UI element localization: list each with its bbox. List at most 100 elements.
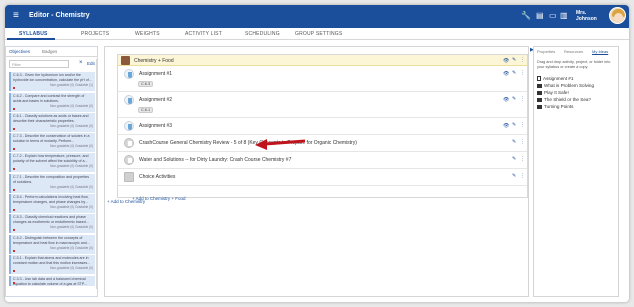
clipboard-icon[interactable]: ▭ [549,11,557,21]
idea-item[interactable]: Turning Points [537,104,573,109]
syllabus-item[interactable]: Choice Activities ✎ ⋮ [118,169,527,186]
scrollbar[interactable] [96,59,98,289]
pencil-icon[interactable]: ✎ [512,122,516,128]
folder-icon [537,90,542,95]
pencil-icon[interactable]: ✎ [512,139,516,145]
status-dot [13,229,15,231]
objective-item[interactable]: C.6.3 - Given the hydronium ion and/or t… [9,72,95,91]
eye-icon[interactable]: 👁 [503,97,509,103]
pencil-icon[interactable]: ✎ [512,70,516,76]
eye-icon[interactable]: 👁 [503,71,509,77]
tab-properties[interactable]: Properties [537,49,555,54]
tab-badges[interactable]: Badges [42,49,57,54]
avatar[interactable] [609,7,626,24]
objective-item[interactable]: C.5.2 - Distinguish between the concepts… [9,235,95,254]
item-title[interactable]: Assignment #1 [139,71,172,77]
document-icon [124,155,134,165]
status-dot [13,87,15,89]
item-title[interactable]: Assignment #3 [139,123,172,129]
objective-item[interactable]: C.6.2 - Compare and contrast the strengt… [9,93,95,112]
tab-activity-list[interactable]: ACTIVITY LIST [185,31,222,37]
objective-text: C.7.1 - Describe the composition and pro… [13,175,90,184]
resources-panel: Properties Resources My Ideas Drag and d… [533,46,619,297]
more-icon[interactable]: ⋮ [520,122,525,128]
more-icon[interactable]: ⋮ [520,57,525,63]
pencil-icon[interactable]: ✎ [512,173,516,179]
objective-item[interactable]: C.7.2 - Explain how temperature, pressur… [9,153,95,172]
objective-item[interactable]: C.5.3 - Classify chemical reactions and … [9,214,95,233]
objective-item[interactable]: C.7.3 - Describe the conservation of sol… [9,133,95,152]
objective-text: C.5.4 - Perform calculations involving h… [13,195,89,204]
item-title[interactable]: CrashCourse General Chemistry Review - 5… [139,140,357,146]
pencil-icon[interactable]: ✎ [512,57,516,63]
document-icon [124,138,134,148]
eye-icon[interactable]: 👁 [503,123,509,129]
pencil-icon[interactable]: ✎ [512,96,516,102]
objective-text: C.6.2 - Compare and contrast the strengt… [13,94,85,103]
pencil-icon[interactable]: ✎ [512,156,516,162]
folder-icon [537,97,542,102]
item-title[interactable]: Choice Activities [139,174,175,180]
tab-weights[interactable]: WEIGHTS [135,31,160,37]
filter-input[interactable]: Filter [9,60,69,68]
objective-counts: Non-gradable (0) Gradable (1) [50,83,93,88]
edit-objectives-link[interactable]: Edit [87,61,95,66]
more-icon[interactable]: ⋮ [520,96,525,102]
more-icon[interactable]: ⋮ [520,70,525,76]
flask-icon [124,121,134,131]
idea-item[interactable]: The Shield or the Sea? [537,97,591,102]
unit-header[interactable]: Chemistry + Food 👁 ✎ ⋮ [118,55,527,66]
clear-filter-icon[interactable]: × [79,60,83,66]
user-name[interactable]: Mrs. Johnson [576,10,597,22]
more-icon[interactable]: ⋮ [520,173,525,179]
objective-tag[interactable]: C.6.1 [138,107,154,113]
left-panel-tabs: Objectives Badges [6,47,97,57]
syllabus-item[interactable]: CrashCourse General Chemistry Review - 5… [118,135,527,152]
tab-objectives[interactable]: Objectives [9,49,30,54]
add-to-chemistry-link[interactable]: + Add to Chemistry [107,199,145,204]
idea-item[interactable]: What is Problem Solving [537,83,594,88]
eye-icon[interactable]: 👁 [503,58,509,64]
tab-group-settings[interactable]: GROUP SETTINGS [295,31,342,37]
trash-icon[interactable]: ▥ [560,11,568,21]
tab-resources[interactable]: Resources [564,49,583,54]
wrench-icon[interactable]: 🔧 [521,11,531,21]
idea-item[interactable]: Assignment #1 [537,76,573,82]
item-title[interactable]: Water and Solutions -- for Dirty Laundry… [139,157,291,163]
syllabus-item[interactable]: Assignment #2 C.6.1 👁 ✎ ⋮ [118,92,527,118]
tab-projects[interactable]: PROJECTS [81,31,109,37]
objective-item[interactable]: C.7.1 - Describe the composition and pro… [9,174,95,193]
syllabus-item[interactable]: Assignment #1 C.6.3 👁 ✎ ⋮ [118,66,527,92]
red-arrow-annotation [255,139,306,150]
idea-label: What is Problem Solving [544,83,595,88]
objectives-panel: Objectives Badges Filter × Edit C.6.3 - … [5,46,98,297]
objective-item[interactable]: C.6.1 - Classify solutions as acids or b… [9,113,95,132]
more-icon[interactable]: ⋮ [520,139,525,145]
syllabus-item[interactable]: Assignment #3 👁 ✎ ⋮ [118,118,527,135]
page-title: Editor - Chemistry [29,12,90,19]
tab-syllabus[interactable]: SYLLABUS [19,31,48,37]
objective-item[interactable]: C.5.1 - Explain that atoms and molecules… [9,255,95,274]
idea-item[interactable]: Play It Safe! [537,90,569,95]
more-icon[interactable]: ⋮ [520,156,525,162]
syllabus-item[interactable]: Water and Solutions -- for Dirty Laundry… [118,152,527,169]
tab-my-ideas[interactable]: My Ideas [592,49,608,54]
objective-counts: Non-gradable (0) Gradable (0) [50,225,93,230]
unit-chemistry-food[interactable]: Chemistry + Food 👁 ✎ ⋮ Assignment #1 C.6.… [117,54,528,201]
idea-label: Play It Safe! [544,90,569,95]
objective-counts: Non-gradable (0) Gradable (0) [50,266,93,271]
objective-counts: Non-gradable (0) Gradable (0) [50,124,93,129]
objective-tag[interactable]: C.6.3 [138,81,154,87]
folder-icon [537,104,542,109]
document-icon[interactable]: ▤ [536,11,544,21]
main-tabs: SYLLABUS PROJECTS WEIGHTS ACTIVITY LIST … [5,28,629,40]
objective-item[interactable]: C.3.3 - Use lab data and a balanced chem… [9,276,95,286]
hamburger-menu-icon[interactable]: ≡ [13,11,19,21]
objective-item[interactable]: C.5.4 - Perform calculations involving h… [9,194,95,213]
item-title[interactable]: Assignment #2 [139,97,172,103]
objective-text: C.7.2 - Explain how temperature, pressur… [13,154,89,163]
idea-label: The Shield or the Sea? [544,97,591,102]
tab-scheduling[interactable]: SCHEDULING [245,31,280,37]
flask-icon [124,95,134,105]
document-icon [537,76,541,82]
